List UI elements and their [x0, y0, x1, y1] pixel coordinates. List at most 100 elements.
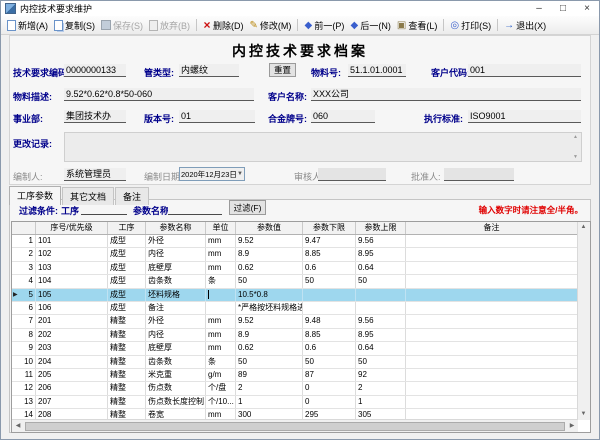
grid-header-cell[interactable]: 参数名称	[146, 222, 206, 234]
grid-cell[interactable]: 0.64	[356, 342, 406, 354]
reviewer-field[interactable]	[318, 168, 386, 181]
scroll-left-icon[interactable]: ◀	[12, 421, 24, 432]
grid-cell[interactable]	[206, 289, 236, 301]
grid-cell[interactable]: 精整	[108, 342, 146, 354]
grid-cell[interactable]: mm	[206, 235, 236, 247]
delete-button[interactable]: ×删除(D)	[200, 18, 247, 33]
minimize-button[interactable]: –	[527, 1, 551, 16]
grid-cell[interactable]: 8.9	[236, 329, 303, 341]
grid-cell[interactable]: 齿条数	[146, 275, 206, 287]
row-selector[interactable]: 2	[12, 248, 36, 260]
grid-cell[interactable]: 202	[36, 329, 108, 341]
row-selector[interactable]: 9	[12, 342, 36, 354]
grid-cell[interactable]: 0.6	[303, 262, 356, 274]
grid-cell[interactable]: mm	[206, 262, 236, 274]
tab-remarks[interactable]: 备注	[115, 187, 149, 205]
grid-cell[interactable]: 0.6	[303, 342, 356, 354]
grid-cell[interactable]: 成型	[108, 248, 146, 260]
table-row[interactable]: 9203精整底壁厚mm0.620.60.64	[12, 342, 578, 355]
grid-cell[interactable]: 外径	[146, 315, 206, 327]
grid-cell[interactable]: 50	[356, 275, 406, 287]
grid-cell[interactable]: 101	[36, 235, 108, 247]
grid-cell[interactable]: 203	[36, 342, 108, 354]
alloy-field[interactable]: 060	[311, 110, 375, 123]
grid-cell[interactable]: 1	[236, 396, 303, 408]
grid-cell[interactable]: 外径	[146, 235, 206, 247]
grid-cell[interactable]: 0	[303, 396, 356, 408]
grid-cell[interactable]	[406, 275, 578, 287]
grid-header-cell[interactable]	[12, 222, 36, 234]
grid-header-cell[interactable]: 参数上限	[356, 222, 406, 234]
grid-cell[interactable]	[303, 302, 356, 314]
grid-cell[interactable]: 精整	[108, 329, 146, 341]
discard-button[interactable]: 放弃(B)	[146, 18, 193, 33]
table-row[interactable]: 7201精整外径mm9.529.489.56	[12, 315, 578, 328]
grid-cell[interactable]: 条	[206, 275, 236, 287]
tab-process-params[interactable]: 工序参数	[9, 186, 61, 205]
grid-cell[interactable]	[406, 248, 578, 260]
grid-cell[interactable]	[406, 262, 578, 274]
grid-cell[interactable]: 成型	[108, 289, 146, 301]
material-desc-field[interactable]: 9.52*0.62*0.8*50-060	[64, 88, 254, 101]
pipe-type-field[interactable]: 内螺纹	[179, 64, 239, 77]
grid-cell[interactable]	[406, 396, 578, 408]
grid-cell[interactable]: 精整	[108, 396, 146, 408]
row-selector[interactable]: 10	[12, 356, 36, 368]
change-log-field[interactable]: ▲ ▼	[64, 132, 582, 162]
maximize-button[interactable]: □	[551, 1, 575, 16]
grid-cell[interactable]: 精整	[108, 382, 146, 394]
copy-button[interactable]: 复制(S)	[51, 18, 98, 33]
grid-cell[interactable]: 92	[356, 369, 406, 381]
filter-button[interactable]: 过滤(F)	[229, 200, 266, 215]
grid-cell[interactable]: 8.9	[236, 248, 303, 260]
grid-cell[interactable]	[356, 302, 406, 314]
grid-cell[interactable]	[406, 369, 578, 381]
grid-cell[interactable]: 50	[236, 356, 303, 368]
grid-cell[interactable]: 8.95	[356, 329, 406, 341]
grid-header-cell[interactable]: 工序	[108, 222, 146, 234]
table-row[interactable]: 3103成型底壁厚mm0.620.60.64	[12, 262, 578, 275]
save-button[interactable]: 保存(S)	[98, 18, 146, 33]
grid-cell[interactable]: mm	[206, 315, 236, 327]
row-selector[interactable]: 11	[12, 369, 36, 381]
grid-cell[interactable]	[406, 329, 578, 341]
grid-cell[interactable]: 106	[36, 302, 108, 314]
grid-header-cell[interactable]: 参数值	[236, 222, 303, 234]
grid-cell[interactable]: 米克重	[146, 369, 206, 381]
table-row[interactable]: 1101成型外径mm9.529.479.56	[12, 235, 578, 248]
grid-cell[interactable]	[406, 289, 578, 301]
grid-cell[interactable]: 9.52	[236, 315, 303, 327]
grid-cell[interactable]: 207	[36, 396, 108, 408]
grid-cell[interactable]: 2	[236, 382, 303, 394]
next-button[interactable]: ◆后一(N)	[347, 18, 394, 33]
grid-cell[interactable]	[406, 342, 578, 354]
grid-cell[interactable]: 206	[36, 382, 108, 394]
change-log-scrollbar[interactable]: ▲ ▼	[571, 134, 580, 160]
tech-code-field[interactable]: 0000000133	[64, 64, 126, 77]
titlebar[interactable]: 内控技术要求维护 – □ ×	[1, 1, 599, 16]
grid-cell[interactable]: 精整	[108, 356, 146, 368]
grid-cell[interactable]: 坯料规格	[146, 289, 206, 301]
grid-cell[interactable]: 条	[206, 356, 236, 368]
row-selector[interactable]: 8	[12, 329, 36, 341]
grid-cell[interactable]: mm	[206, 248, 236, 260]
filter-param-input[interactable]	[168, 202, 222, 215]
customer-code-field[interactable]: 001	[468, 64, 581, 77]
grid-cell[interactable]: 个/10...	[206, 396, 236, 408]
grid-cell[interactable]: 9.56	[356, 235, 406, 247]
new-button[interactable]: 新增(A)	[4, 18, 51, 33]
row-selector[interactable]: 12	[12, 382, 36, 394]
grid-cell[interactable]: 8.85	[303, 329, 356, 341]
material-no-field[interactable]: 51.1.01.0001	[348, 64, 406, 77]
grid-cell[interactable]: 9.48	[303, 315, 356, 327]
grid-cell[interactable]: 成型	[108, 275, 146, 287]
row-selector[interactable]: 7	[12, 315, 36, 327]
row-selector[interactable]: 3	[12, 262, 36, 274]
grid-cell[interactable]: 204	[36, 356, 108, 368]
grid-cell[interactable]	[303, 289, 356, 301]
row-selector[interactable]: 1	[12, 235, 36, 247]
table-row[interactable]: 2102成型内径mm8.98.858.95	[12, 248, 578, 261]
grid-cell[interactable]: 9.52	[236, 235, 303, 247]
grid-cell[interactable]	[406, 382, 578, 394]
grid-cell[interactable]: 9.47	[303, 235, 356, 247]
